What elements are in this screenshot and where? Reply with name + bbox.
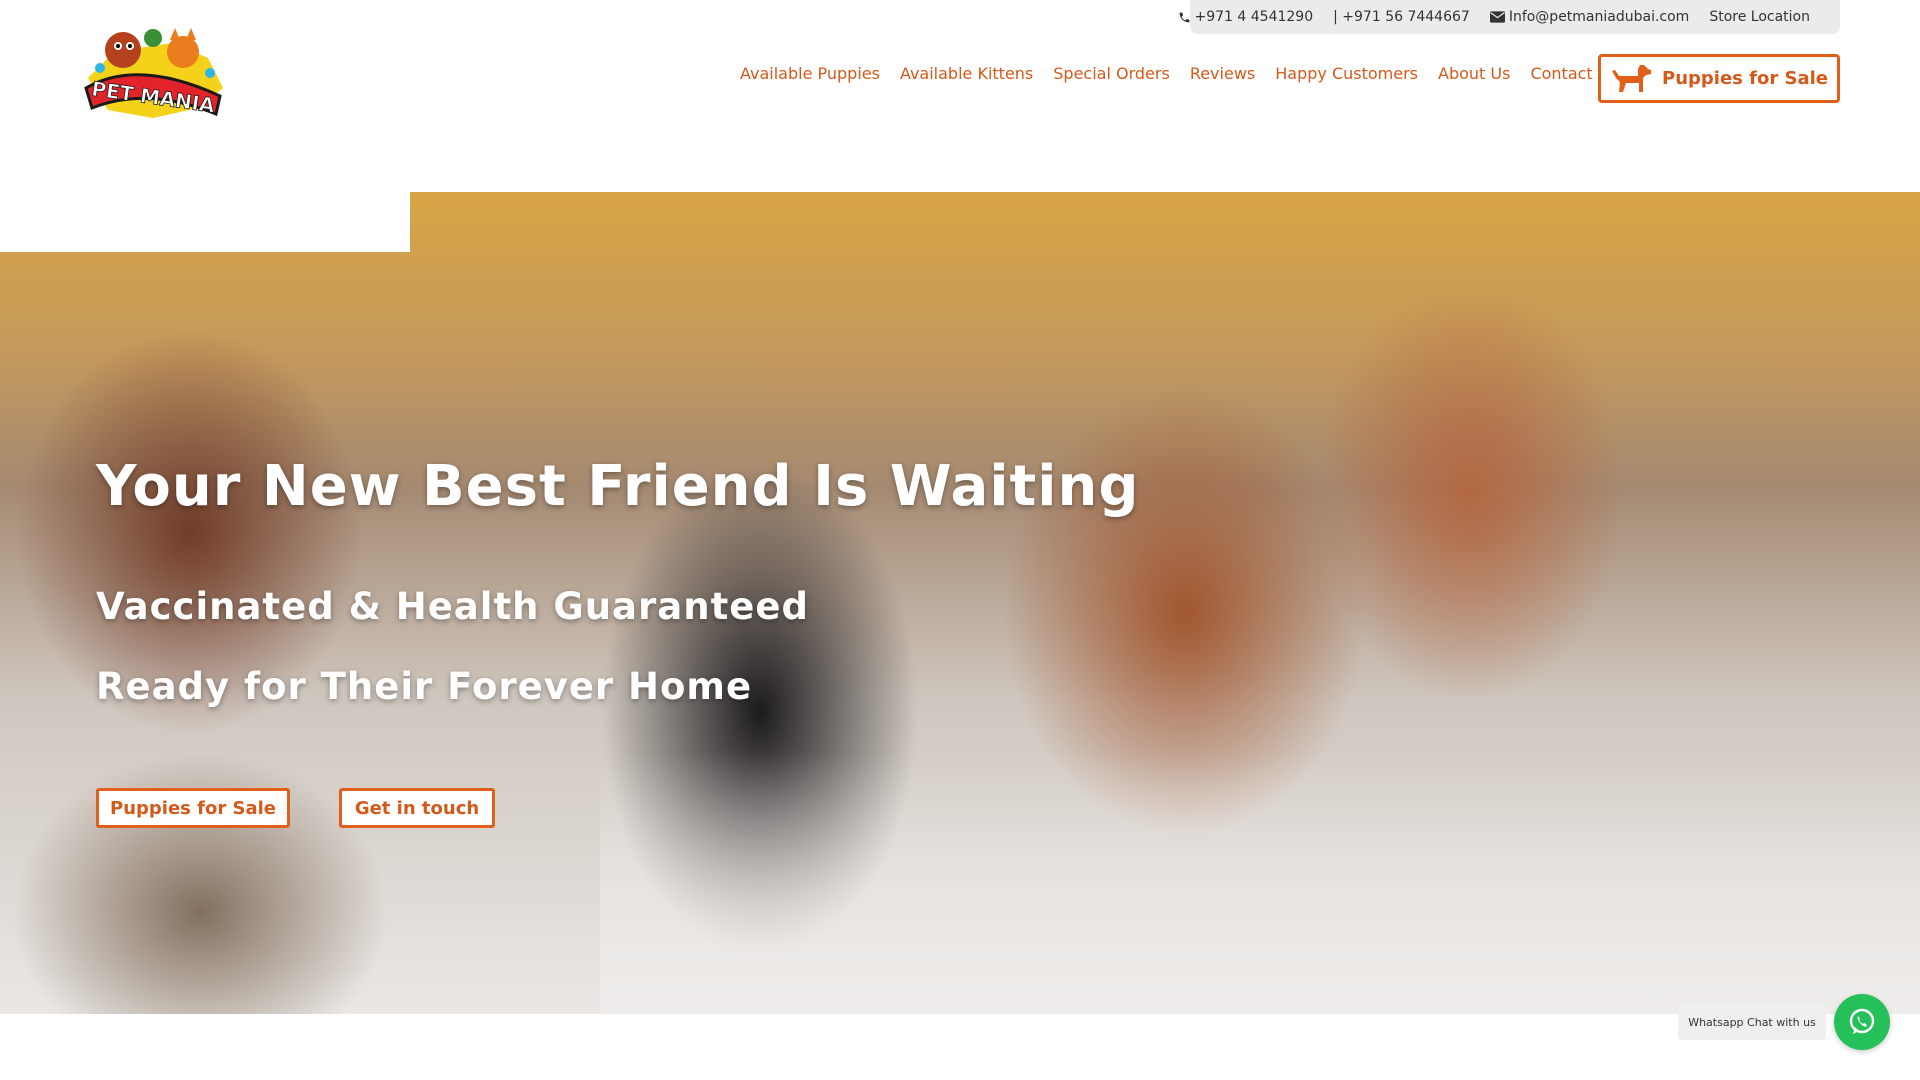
phone-number-1: +971 4 4541290 [1194, 9, 1314, 25]
site-logo[interactable]: PET MANIA [78, 18, 228, 122]
whatsapp-chat-label[interactable]: Whatsapp Chat with us [1678, 1004, 1826, 1040]
nav-item-special-orders[interactable]: Special Orders [1053, 64, 1170, 83]
hero-banner: Your New Best Friend Is Waiting Vaccinat… [0, 192, 1920, 1014]
header-cta-label: Puppies for Sale [1662, 68, 1828, 89]
phone-number-2: | +971 56 7444667 [1333, 9, 1470, 25]
contact-bar: +971 4 4541290 | +971 56 7444667 Info@pe… [1179, 0, 1840, 34]
nav-item-available-kittens[interactable]: Available Kittens [900, 64, 1033, 83]
hero-background-blanket [600, 752, 1920, 1014]
hero-background-edge [0, 192, 410, 252]
nav-item-reviews[interactable]: Reviews [1190, 64, 1255, 83]
envelope-icon [1489, 11, 1505, 23]
nav-item-happy-customers[interactable]: Happy Customers [1275, 64, 1418, 83]
pet-mania-logo-icon: PET MANIA [84, 28, 223, 118]
get-in-touch-button[interactable]: Get in touch [339, 788, 495, 828]
puppies-for-sale-header-button[interactable]: Puppies for Sale [1598, 54, 1840, 103]
store-location-label: Store Location [1709, 9, 1810, 25]
whatsapp-chat-button[interactable] [1834, 994, 1890, 1050]
email-address: Info@petmaniadubai.com [1508, 9, 1690, 25]
phone-link-2[interactable]: | +971 56 7444667 [1333, 9, 1470, 25]
phone-icon [1179, 12, 1189, 22]
hero-title: Your New Best Friend Is Waiting [96, 454, 1140, 519]
nav-item-about-us[interactable]: About Us [1438, 64, 1510, 83]
whatsapp-icon [1849, 1008, 1875, 1034]
phone-link-1[interactable]: +971 4 4541290 [1178, 9, 1314, 25]
dog-icon [1612, 64, 1652, 92]
nav-item-available-puppies[interactable]: Available Puppies [740, 64, 880, 83]
hero-subtitle-1: Vaccinated & Health Guaranteed [96, 585, 809, 628]
puppies-for-sale-button[interactable]: Puppies for Sale [96, 788, 290, 828]
main-nav: Available Puppies Available Kittens Spec… [740, 64, 1616, 83]
store-location-link[interactable]: Store Location [1709, 9, 1810, 25]
email-link[interactable]: Info@petmaniadubai.com [1489, 9, 1690, 25]
hero-subtitle-2: Ready for Their Forever Home [96, 665, 753, 708]
